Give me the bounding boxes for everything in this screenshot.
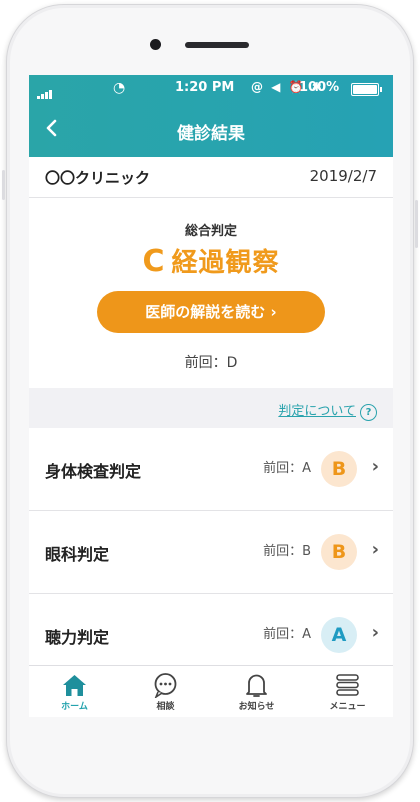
grade-badge: B — [321, 534, 357, 570]
tab-label: お知らせ — [238, 702, 275, 712]
result-previous: 前回：A — [263, 461, 311, 476]
tab-label: 相談 — [156, 702, 175, 712]
tab-consult[interactable]: 相談 — [120, 666, 211, 717]
tab-notices[interactable]: お知らせ — [211, 666, 302, 717]
signal-icon — [37, 84, 53, 99]
overall-previous: 前回：D — [184, 355, 238, 371]
read-doctor-comment-button[interactable]: 医師の解説を読む › — [97, 291, 325, 333]
result-row-eye[interactable]: 眼科判定 前回：B B › — [29, 511, 393, 594]
grade-badge: A — [321, 617, 357, 653]
result-previous: 前回：B — [263, 544, 311, 559]
volume-button — [2, 170, 5, 200]
result-previous: 前回：A — [263, 627, 311, 642]
exam-date: 2019/2/7 — [309, 167, 377, 185]
status-bar: ◔ 1:20 PM @ ◀ ⏰ ✱ 100% — [29, 75, 393, 101]
front-camera — [150, 39, 161, 50]
clinic-name: 〇〇クリニック — [45, 169, 151, 187]
tab-label: ホーム — [61, 702, 88, 712]
bottom-tab-bar: ホーム 相談 お知らせ メニュー — [29, 665, 393, 717]
overall-judgment: 総合判定 C 経過観察 医師の解説を読む › 前回：D — [29, 198, 393, 388]
chevron-right-icon: › — [371, 622, 379, 643]
tab-home[interactable]: ホーム — [29, 666, 120, 717]
battery-percent: 100% — [299, 80, 340, 95]
tab-label: メニュー — [329, 702, 366, 712]
grade-badge: B — [321, 451, 357, 487]
page-title: 健診結果 — [177, 124, 245, 144]
clinic-row: 〇〇クリニック 2019/2/7 — [29, 157, 393, 198]
result-name: 聴力判定 — [45, 628, 110, 647]
wifi-icon: ◔ — [113, 80, 126, 96]
about-judgment-label: 判定について — [278, 404, 356, 419]
overall-result: C 経過観察 — [29, 242, 393, 279]
app-header: ◔ 1:20 PM @ ◀ ⏰ ✱ 100% 健診結果 — [29, 75, 393, 157]
result-name: 身体検査判定 — [45, 462, 142, 481]
earpiece-speaker — [185, 42, 249, 48]
chat-icon — [154, 673, 177, 698]
status-time: 1:20 PM — [175, 80, 235, 95]
overall-grade-text: 経過観察 — [171, 248, 280, 278]
battery-icon — [351, 83, 382, 96]
tab-menu[interactable]: メニュー — [302, 666, 393, 717]
overall-grade: C — [142, 244, 166, 279]
home-icon — [63, 675, 86, 696]
menu-icon — [336, 674, 359, 696]
about-judgment-link[interactable]: 判定について? — [278, 400, 377, 421]
chevron-right-icon: › — [371, 539, 379, 560]
result-row-physical[interactable]: 身体検査判定 前回：A B › — [29, 428, 393, 511]
bell-icon — [246, 674, 267, 697]
result-name: 眼科判定 — [45, 545, 110, 564]
app-screen: ◔ 1:20 PM @ ◀ ⏰ ✱ 100% 健診結果 〇〇クリニック 2019… — [29, 75, 393, 717]
chevron-right-icon: › — [371, 456, 379, 477]
about-bar: 判定について? — [29, 388, 393, 428]
power-button — [415, 200, 418, 248]
help-icon: ? — [360, 404, 377, 421]
overall-label: 総合判定 — [184, 224, 237, 239]
